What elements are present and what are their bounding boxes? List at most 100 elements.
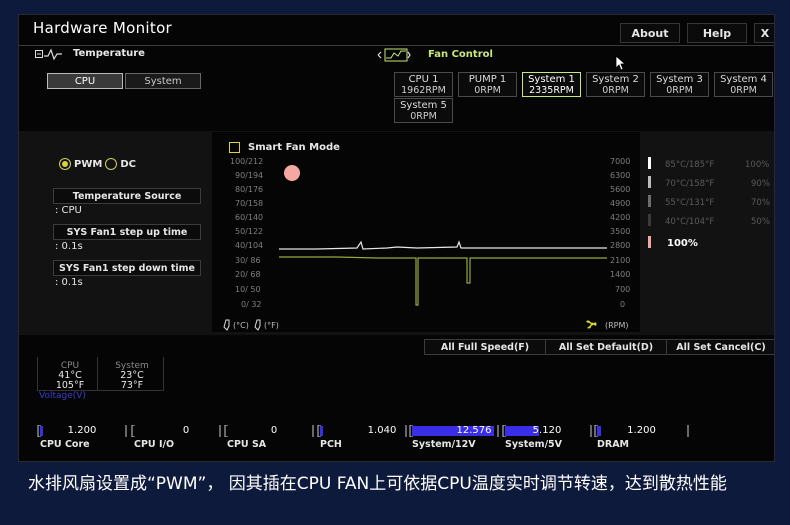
smart-fan-mode-label: Smart Fan Mode [248, 142, 340, 153]
tab-cpu[interactable]: CPU [47, 73, 123, 89]
fan-name: System 1 [528, 74, 575, 85]
temperature-point-marker[interactable] [284, 165, 300, 181]
rpm-tick: 6300 [610, 171, 631, 180]
temperature-section-title: Temperature [73, 48, 145, 59]
dc-radio[interactable] [105, 158, 118, 170]
title-divider [19, 45, 774, 46]
fan-step-marker[interactable] [648, 176, 651, 188]
all-full-speed-button[interactable]: All Full Speed(F) [424, 339, 546, 355]
step-up-time-value: : 0.1s [55, 241, 83, 252]
cpu-temperature-reading: CPU 41°C 105°F [43, 361, 97, 391]
current-fan-percent: 100% [667, 238, 698, 249]
title-bar: Hardware Monitor About Help X [19, 15, 774, 43]
fan-button-system5[interactable]: System 5 0RPM [394, 98, 453, 123]
smart-fan-mode-checkbox[interactable] [229, 142, 240, 153]
fan-step-temp: 85°C/185°F [665, 160, 715, 170]
fan-button-system2[interactable]: System 2 0RPM [586, 72, 645, 97]
fan-rpm-line [279, 256, 607, 306]
fan-rpm: 0RPM [410, 111, 437, 122]
fan-step-percent: 100% [745, 160, 770, 170]
fan-button-pump1[interactable]: PUMP 1 0RPM [458, 72, 517, 97]
step-down-time-button[interactable]: SYS Fan1 step down time [53, 260, 201, 276]
cpu-reading-fahrenheit: 105°F [55, 380, 85, 391]
temperature-source-button[interactable]: Temperature Source [53, 188, 201, 204]
fan-name: System 3 [656, 74, 703, 85]
system-temperature-reading: System 23°C 73°F [103, 361, 161, 391]
fan-button-system4[interactable]: System 4 0RPM [714, 72, 773, 97]
fan-control-section-title: Fan Control [428, 49, 493, 60]
fan-step-temp: 70°C/158°F [665, 179, 715, 189]
thermometer-icon [223, 319, 230, 331]
voltage-gauge-cpu-io: 0 CPU I/O [131, 425, 221, 453]
mode-selector: PWM DC [59, 158, 136, 170]
voltage-value: 1.200 [627, 425, 656, 436]
rpm-tick: 1400 [610, 270, 631, 279]
about-button[interactable]: About [620, 23, 680, 43]
current-step-marker [648, 236, 651, 248]
fan-control-graph-icon [377, 48, 411, 62]
voltage-gauge-cpu-sa: 0 CPU SA [224, 425, 314, 453]
dc-label: DC [120, 158, 136, 170]
temp-tick: 10/ 50 [235, 285, 261, 294]
pwm-label: PWM [74, 158, 103, 170]
temp-tick: 0/ 32 [241, 300, 262, 309]
voltage-gauge-system-5v: 5.120 System/5V [502, 425, 592, 453]
readings-divider [97, 357, 98, 391]
temp-tick: 90/194 [235, 171, 264, 180]
close-button[interactable]: X [754, 23, 774, 43]
fan-button-system3[interactable]: System 3 0RPM [650, 72, 709, 97]
rpm-tick: 5600 [610, 185, 631, 194]
rpm-tick: 4200 [610, 213, 631, 222]
temp-tick: 50/122 [235, 227, 264, 236]
all-set-default-button[interactable]: All Set Default(D) [545, 339, 667, 355]
fan-button-cpu1[interactable]: CPU 1 1962RPM [394, 72, 453, 97]
fan-name: System 5 [400, 100, 447, 111]
fan-button-system1[interactable]: System 1 2335RPM [522, 72, 581, 97]
voltage-gauge-cpu-core: 1.200 CPU Core [37, 425, 127, 453]
fan-speed-graph [279, 240, 607, 306]
fan-step-marker[interactable] [648, 157, 651, 169]
mouse-cursor-icon [615, 55, 627, 71]
fan-step-marker[interactable] [648, 214, 651, 226]
rpm-tick: 0 [620, 300, 626, 309]
thermometer-icon [254, 319, 261, 331]
temp-tick: 20/ 68 [235, 270, 261, 279]
temp-tick: 100/212 [230, 157, 264, 166]
smart-fan-mode-row: Smart Fan Mode [229, 142, 340, 153]
app-title: Hardware Monitor [33, 19, 173, 37]
rpm-tick: 2800 [610, 241, 631, 250]
fan-rpm: 2335RPM [529, 85, 574, 96]
fan-rpm: 1962RPM [401, 85, 446, 96]
voltage-gauge-pch: 1.040 PCH [317, 425, 407, 453]
pwm-radio[interactable] [59, 158, 71, 170]
fan-rpm: 0RPM [666, 85, 693, 96]
voltage-value: 0 [270, 425, 278, 436]
rpm-tick: 2100 [610, 256, 631, 265]
fan-name: System 2 [592, 74, 639, 85]
fan-rpm: 0RPM [474, 85, 501, 96]
fan-name: CPU 1 [408, 74, 439, 85]
fan-step-marker[interactable] [648, 195, 651, 207]
rpm-tick: 7000 [610, 157, 631, 166]
temperature-graph-icon [35, 48, 62, 61]
voltage-name: CPU Core [40, 439, 90, 450]
caption-text: 水排风扇设置成“PWM”， 因其插在CPU FAN上可依据CPU温度实时调节转速… [28, 474, 727, 494]
voltage-name: CPU I/O [134, 439, 175, 450]
voltage-value: 5.120 [532, 425, 562, 436]
rpm-tick: 3500 [610, 227, 631, 236]
voltage-gauge-dram: 1.200 DRAM [594, 425, 689, 453]
temp-tick: 80/176 [235, 185, 264, 194]
voltage-value: 1.200 [67, 425, 97, 436]
fan-step-percent: 50% [751, 217, 770, 227]
fahrenheit-unit-label: (°F) [264, 321, 279, 330]
step-up-time-button[interactable]: SYS Fan1 step up time [53, 224, 201, 240]
step-down-time-value: : 0.1s [55, 277, 83, 288]
temperature-source-value: : CPU [55, 205, 82, 216]
celsius-unit-label: (°C) [233, 321, 249, 330]
temp-tick: 60/140 [235, 213, 264, 222]
all-set-cancel-button[interactable]: All Set Cancel(C) [666, 339, 774, 355]
help-button[interactable]: Help [687, 23, 747, 43]
tab-system[interactable]: System [125, 73, 201, 89]
rpm-unit-label: (RPM) [605, 321, 629, 330]
voltage-gauge-system-12v: 12.576 System/12V [409, 425, 499, 453]
